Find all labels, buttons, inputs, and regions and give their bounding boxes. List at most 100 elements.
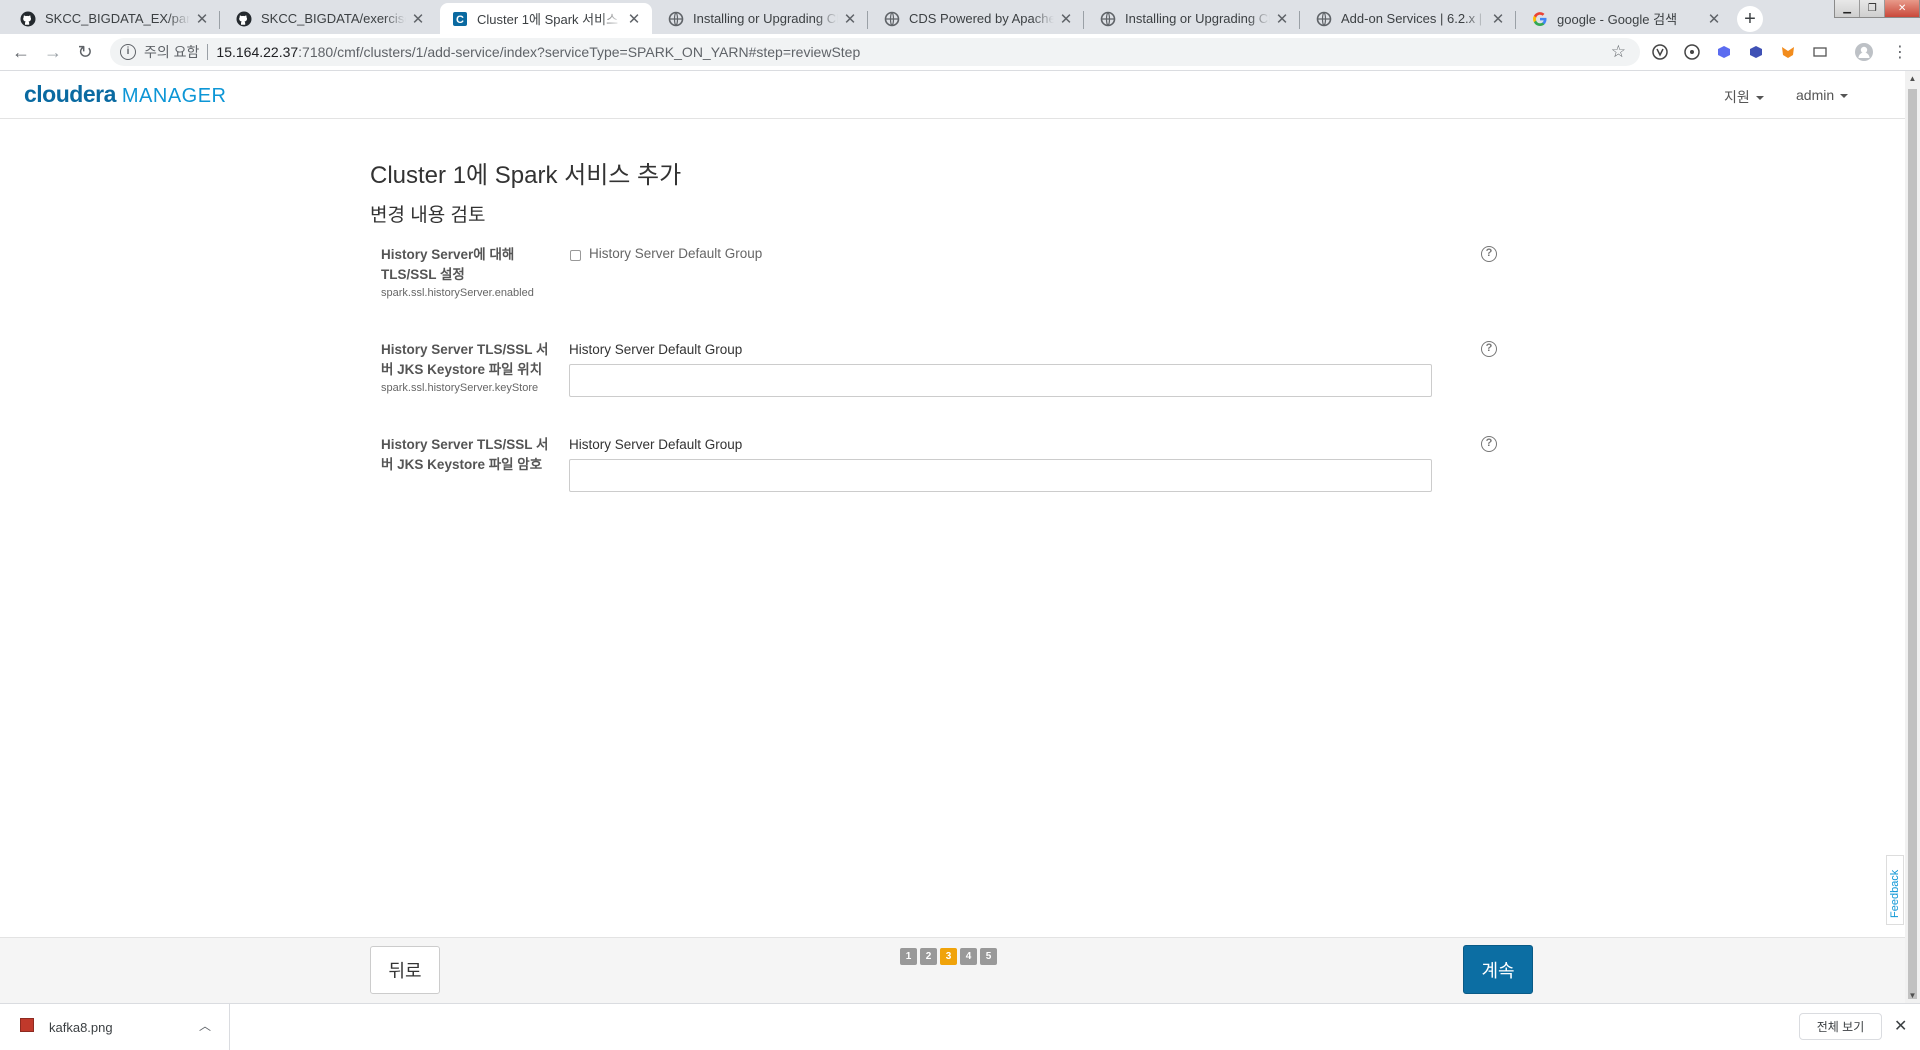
user-menu-label: admin	[1796, 87, 1835, 103]
close-icon[interactable]: ✕	[842, 10, 858, 28]
user-menu[interactable]: admin	[1796, 87, 1849, 103]
step-indicator-current: 3	[940, 948, 957, 965]
browser-menu-icon[interactable]: ⋮	[1891, 43, 1909, 61]
download-file-name: kafka8.png	[49, 1020, 113, 1035]
support-menu[interactable]: 지원	[1724, 87, 1764, 107]
cast-extension-icon[interactable]	[1811, 43, 1829, 61]
scroll-up-icon[interactable]: ▲	[1905, 71, 1920, 86]
property-label: History Server TLS/SSL 서버 JKS Keystore 파…	[381, 437, 549, 472]
browser-tab[interactable]: SKCC_BIGDATA_EX/part1.md ✕	[8, 3, 220, 34]
profile-avatar-icon[interactable]	[1855, 43, 1873, 61]
close-icon[interactable]: ✕	[1274, 10, 1290, 28]
vivaldi-extension-icon[interactable]	[1651, 43, 1669, 61]
tab-title: Installing or Upgrading CDS	[1125, 11, 1270, 26]
extension-icon[interactable]	[1683, 43, 1701, 61]
close-icon[interactable]: ✕	[194, 10, 210, 28]
tab-title: google - Google 검색	[1557, 12, 1678, 27]
shield-extension-icon[interactable]	[1715, 43, 1733, 61]
forward-arrow-icon[interactable]: →	[41, 40, 65, 64]
globe-icon	[1316, 11, 1332, 27]
browser-tab[interactable]: google - Google 검색 ✕	[1520, 3, 1732, 34]
keystore-password-input[interactable]	[569, 459, 1432, 492]
image-file-icon	[20, 1018, 34, 1032]
fox-extension-icon[interactable]	[1779, 43, 1797, 61]
tls-ssl-checkbox[interactable]	[570, 250, 581, 261]
property-key: spark.ssl.historyServer.keyStore	[381, 382, 539, 394]
tab-title: Cluster 1에 Spark 서비스 추가	[477, 12, 622, 27]
reload-icon[interactable]: ↻	[73, 40, 97, 64]
close-icon[interactable]: ✕	[1490, 10, 1506, 28]
globe-icon	[668, 11, 684, 27]
scroll-down-icon[interactable]: ▼	[1905, 988, 1920, 1003]
step-indicator: 2	[920, 948, 937, 965]
browser-tab[interactable]: Add-on Services | 6.2.x | Cloudera ✕	[1304, 3, 1516, 34]
wizard-footer: 뒤로 1 2 3 4 5 계속	[0, 937, 1905, 1003]
help-icon[interactable]: ?	[1481, 436, 1497, 452]
back-arrow-icon[interactable]: ←	[9, 40, 33, 64]
cloudera-icon: C	[452, 11, 468, 27]
scrollbar-thumb[interactable]	[1908, 89, 1917, 999]
back-button[interactable]: 뒤로	[370, 946, 440, 994]
address-bar[interactable]: i 주의 요함 15.164.22.37:7180/cmf/clusters/1…	[110, 38, 1640, 66]
globe-icon	[1100, 11, 1116, 27]
property-label: History Server에 대해 TLS/SSL 설정	[381, 247, 515, 282]
checkbox-group-label[interactable]: History Server Default Group	[589, 246, 762, 261]
show-all-downloads-button[interactable]: 전체 보기	[1799, 1013, 1882, 1040]
help-icon[interactable]: ?	[1481, 341, 1497, 357]
browser-tab-strip: SKCC_BIGDATA_EX/part1.md ✕ SKCC_BIGDATA/…	[0, 0, 1920, 34]
step-indicator: 5	[980, 948, 997, 965]
page-title: Cluster 1에 Spark 서비스 추가	[370, 162, 682, 189]
logo-text-secondary: MANAGER	[121, 85, 227, 107]
keystore-location-input[interactable]	[569, 364, 1432, 397]
cloudera-manager-logo[interactable]: cloudera MANAGER	[24, 80, 227, 110]
close-icon[interactable]: ✕	[1706, 10, 1722, 28]
feedback-tab[interactable]: Feedback	[1886, 855, 1904, 925]
browser-tab[interactable]: Installing or Upgrading CDS ✕	[656, 3, 868, 34]
close-icon[interactable]: ✕	[1058, 10, 1074, 28]
info-icon[interactable]: i	[120, 44, 136, 60]
step-indicator: 4	[960, 948, 977, 965]
close-icon[interactable]: ✕	[410, 10, 426, 28]
chevron-up-icon[interactable]: ︿	[199, 1017, 211, 1034]
svg-text:C: C	[456, 14, 464, 26]
logo-text-primary: cloudera	[24, 81, 116, 107]
restore-icon[interactable]: ❐	[1860, 0, 1886, 17]
bookmark-star-icon[interactable]: ☆	[1611, 42, 1626, 62]
wizard-steps: 1 2 3 4 5	[900, 948, 997, 965]
window-controls: ▁ ❐ ✕	[1834, 0, 1920, 18]
group-label: History Server Default Group	[569, 342, 743, 357]
google-icon	[1532, 11, 1548, 27]
download-item[interactable]: kafka8.png ︿	[0, 1004, 230, 1050]
close-icon[interactable]: ✕	[626, 10, 642, 28]
tab-title: Installing or Upgrading CDS	[693, 11, 838, 26]
minimize-icon[interactable]: ▁	[1835, 0, 1861, 17]
property-label: History Server TLS/SSL 서버 JKS Keystore 파…	[381, 342, 549, 377]
property-key: spark.ssl.historyServer.enabled	[381, 287, 534, 299]
github-icon	[20, 11, 36, 27]
page-scrollbar[interactable]: ▲ ▼	[1905, 71, 1920, 1003]
security-warning[interactable]: 주의 요함	[144, 42, 199, 62]
browser-tab-active[interactable]: C Cluster 1에 Spark 서비스 추가 ✕	[440, 3, 652, 34]
continue-button[interactable]: 계속	[1463, 945, 1533, 994]
feedback-label: Feedback	[1889, 869, 1901, 918]
tab-title: CDS Powered by Apache Spark	[909, 11, 1054, 26]
tab-title: SKCC_BIGDATA/exercise at master	[261, 11, 406, 26]
browser-tab[interactable]: CDS Powered by Apache Spark ✕	[872, 3, 1084, 34]
support-menu-label: 지원	[1724, 89, 1750, 105]
page-subtitle: 변경 내용 검토	[370, 205, 486, 226]
close-icon[interactable]: ✕	[1894, 1016, 1907, 1036]
shield-extension-icon[interactable]	[1747, 43, 1765, 61]
caret-down-icon	[1755, 96, 1764, 101]
window-close-icon[interactable]: ✕	[1885, 0, 1920, 17]
url-host: 15.164.22.37	[216, 44, 299, 60]
tab-title: SKCC_BIGDATA_EX/part1.md	[45, 11, 190, 26]
github-icon	[236, 11, 252, 27]
caret-down-icon	[1840, 94, 1849, 99]
download-shelf: kafka8.png ︿ 전체 보기 ✕	[0, 1003, 1920, 1050]
browser-tab[interactable]: SKCC_BIGDATA/exercise at master ✕	[224, 3, 436, 34]
new-tab-button[interactable]: +	[1737, 6, 1763, 32]
tab-title: Add-on Services | 6.2.x | Cloudera	[1341, 11, 1486, 26]
help-icon[interactable]: ?	[1481, 246, 1497, 262]
browser-tab[interactable]: Installing or Upgrading CDS ✕	[1088, 3, 1300, 34]
browser-toolbar: ← → ↻ i 주의 요함 15.164.22.37:7180/cmf/clus…	[0, 34, 1920, 71]
